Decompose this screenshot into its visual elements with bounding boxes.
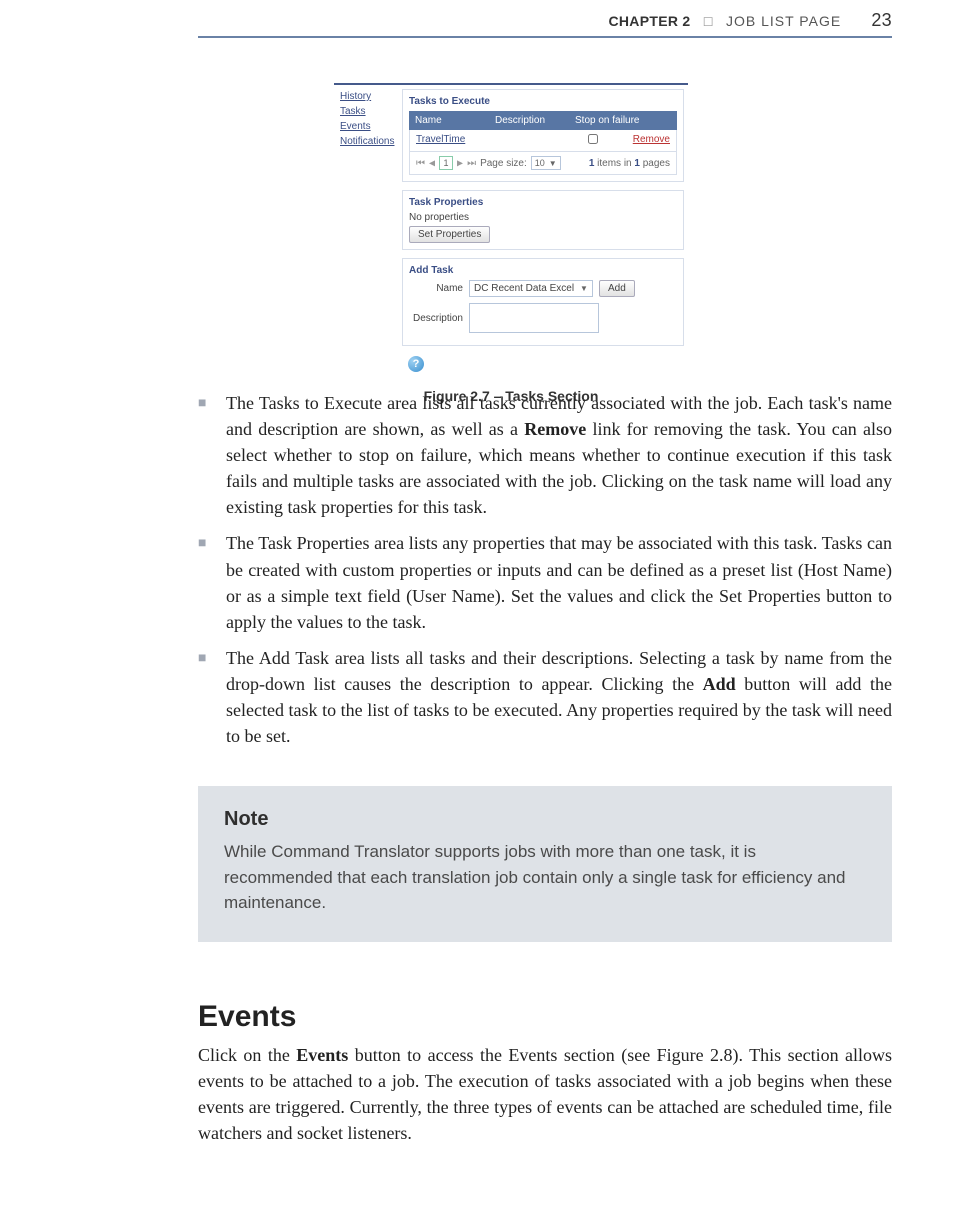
bullet-list: ■ The Tasks to Execute area lists all ta… [198,390,892,759]
events-heading: Events [198,1000,296,1034]
screenshot-tasks-section: History Tasks Events Notifications Tasks… [334,83,688,378]
add-button[interactable]: Add [599,280,635,297]
task-properties-panel: Task Properties No properties Set Proper… [402,190,684,250]
sidebar-item-tasks[interactable]: Tasks [340,106,398,117]
note-box: Note While Command Translator supports j… [198,786,892,942]
chevron-down-icon: ▼ [549,159,557,168]
pager-end: pages [640,158,670,169]
pager-next-icon[interactable]: ▶ [457,158,463,169]
page-size-select[interactable]: 10 ▼ [531,156,561,170]
header-rule [198,36,892,38]
pager-first-icon[interactable]: ⏮ [416,158,425,169]
separator-square-icon: ☐ [703,15,714,29]
description-textarea[interactable] [469,303,599,333]
col-description: Description [489,111,569,130]
page-number: 23 [871,10,892,31]
table-row: TravelTime Remove [409,130,677,152]
chevron-down-icon: ▼ [580,284,588,293]
running-header: CHAPTER 2 ☐ JOB LIST PAGE 23 [608,10,892,31]
chapter-label: CHAPTER 2 [608,13,690,29]
note-heading: Note [224,808,866,831]
remove-link[interactable]: Remove [633,134,670,145]
task-name-link[interactable]: TravelTime [410,130,490,151]
bullet-square-icon: ■ [198,645,226,749]
col-name: Name [409,111,489,130]
figure-2-7: History Tasks Events Notifications Tasks… [334,83,688,404]
sidebar-item-history[interactable]: History [340,91,398,102]
pager-prev-icon[interactable]: ◀ [429,158,435,169]
bullet-2: The Task Properties area lists any prope… [226,530,892,634]
task-name-value: DC Recent Data Excel [474,283,574,294]
checkbox[interactable] [588,134,598,144]
sidebar-item-notifications[interactable]: Notifications [340,136,398,147]
no-properties-text: No properties [409,212,677,223]
description-label: Description [409,313,463,324]
pager-last-icon[interactable]: ⏭ [467,158,476,169]
page-size-value: 10 [535,158,545,168]
note-body: While Command Translator supports jobs w… [224,839,866,916]
panel-title: Task Properties [409,197,677,208]
pager-summary: 1 items in 1 pages [589,158,670,169]
task-name-select[interactable]: DC Recent Data Excel ▼ [469,280,593,297]
bullet-square-icon: ■ [198,530,226,634]
sidebar-item-events[interactable]: Events [340,121,398,132]
pager-page-input[interactable]: 1 [439,156,453,170]
name-label: Name [409,283,463,294]
bullet-1: The Tasks to Execute area lists all task… [226,390,892,520]
pager-mid: items in [594,158,634,169]
col-stop-on-failure: Stop on failure [569,111,677,130]
bullet-square-icon: ■ [198,390,226,520]
set-properties-button[interactable]: Set Properties [409,226,490,243]
stop-on-failure-checkbox[interactable] [570,130,616,151]
grid-header: Name Description Stop on failure [409,111,677,130]
page-title: JOB LIST PAGE [726,13,841,29]
page-size-label: Page size: [480,158,527,169]
events-paragraph: Click on the Events button to access the… [198,1042,892,1146]
side-tabs: History Tasks Events Notifications [334,85,402,378]
task-description-cell [490,130,570,151]
help-icon[interactable]: ? [408,356,424,372]
bullet-3: The Add Task area lists all tasks and th… [226,645,892,749]
add-task-panel: Add Task Name DC Recent Data Excel ▼ Add… [402,258,684,346]
tasks-to-execute-panel: Tasks to Execute Name Description Stop o… [402,89,684,182]
panel-title: Tasks to Execute [409,96,677,107]
panel-title: Add Task [409,265,677,276]
pager: ⏮ ◀ 1 ▶ ⏭ Page size: 10 ▼ 1 items in 1 pa… [409,152,677,175]
